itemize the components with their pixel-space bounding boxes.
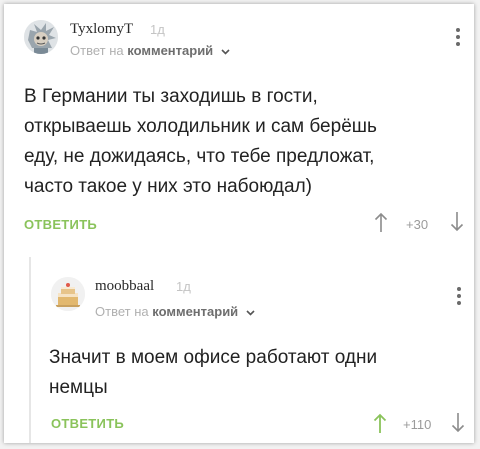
reply-target-link[interactable]: комментарий: [152, 304, 238, 319]
upvote-arrow-icon[interactable]: [373, 412, 387, 434]
reply-comment: moobbaal 1д Ответ на комментарий Значит …: [29, 257, 474, 443]
chevron-down-icon[interactable]: [221, 48, 230, 55]
rick-avatar-icon: [24, 20, 58, 54]
downvote-arrow-icon[interactable]: [450, 211, 464, 233]
reply-prefix: Ответ на: [95, 304, 149, 319]
chevron-down-icon[interactable]: [246, 309, 255, 316]
reply-target-link[interactable]: комментарий: [127, 43, 213, 58]
vote-score: +110: [403, 417, 432, 432]
vote-score: +30: [406, 217, 429, 232]
more-menu-icon[interactable]: [455, 28, 461, 49]
reply-button[interactable]: ОТВЕТИТЬ: [24, 217, 97, 232]
timestamp: 1д: [150, 22, 165, 37]
comment-text: Значит в моем офисе работают одни немцы: [49, 347, 378, 398]
timestamp: 1д: [176, 279, 191, 294]
avatar[interactable]: [24, 20, 58, 54]
upvote-arrow-icon[interactable]: [374, 211, 388, 233]
reply-context[interactable]: Ответ на комментарий: [95, 304, 255, 319]
avatar[interactable]: [51, 277, 85, 311]
username[interactable]: moobbaal: [95, 278, 154, 295]
more-menu-icon[interactable]: [456, 287, 462, 308]
username[interactable]: TyxlomyT: [70, 21, 133, 38]
downvote-arrow-icon[interactable]: [451, 412, 465, 434]
comment-text: В Германии ты заходишь в гости, открывае…: [24, 86, 377, 197]
reply-button[interactable]: ОТВЕТИТЬ: [51, 416, 124, 431]
comment: TyxlomyT 1д Ответ на комментарий В Герма…: [4, 4, 474, 244]
reply-prefix: Ответ на: [70, 43, 124, 58]
comment-thread: TyxlomyT 1д Ответ на комментарий В Герма…: [4, 4, 474, 443]
reply-context[interactable]: Ответ на комментарий: [70, 43, 230, 58]
cake-avatar-icon: [51, 277, 85, 311]
